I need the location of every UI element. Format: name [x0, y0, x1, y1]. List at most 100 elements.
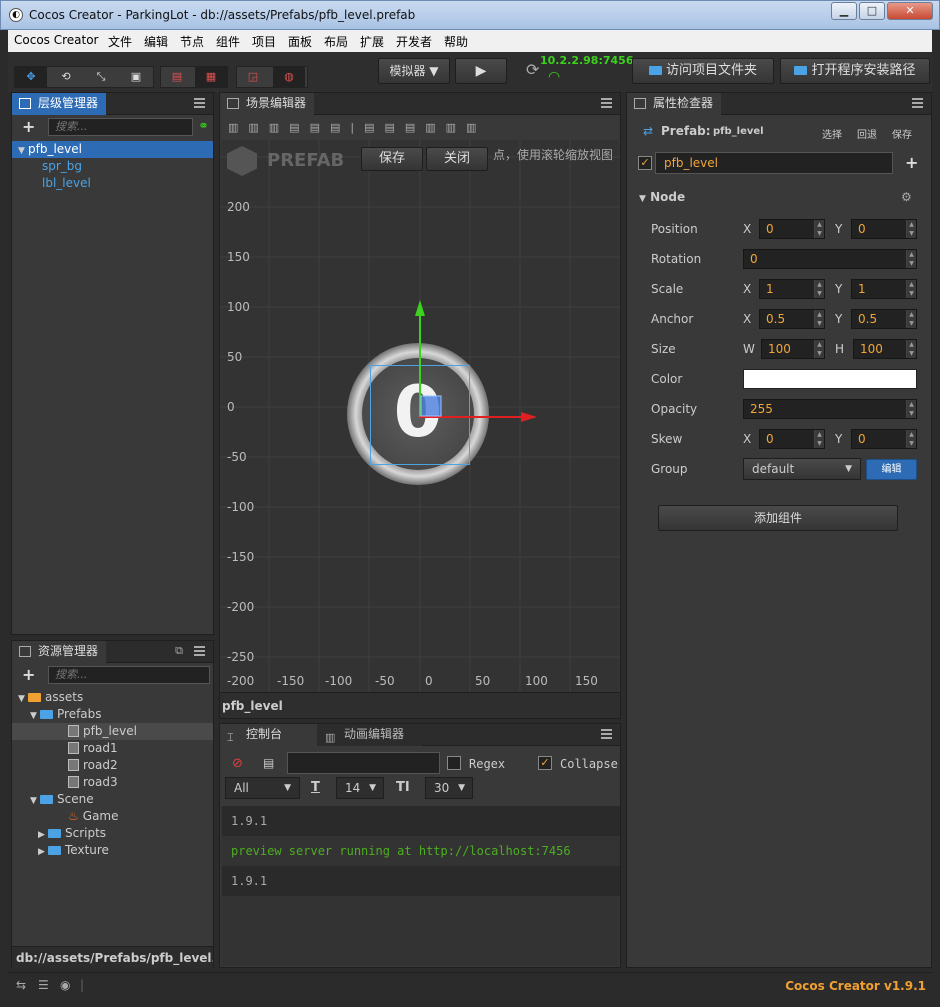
locate-icon[interactable]: ⚭ — [198, 119, 209, 134]
rotation-input[interactable]: 0 ▲ ▼ — [743, 249, 917, 269]
spinner-icon[interactable]: ▲ ▼ — [814, 430, 824, 448]
log-entry[interactable]: 1.9.1 — [222, 806, 620, 836]
skew-x-input[interactable]: 0 ▲ ▼ — [759, 429, 825, 449]
inspector-menu-icon[interactable] — [912, 98, 923, 108]
console-tab[interactable]: ⌶ 控制台 — [220, 724, 317, 746]
align-tools[interactable]: ▥▥▥▤▤▤|▤▤▤▥▥▥ — [228, 121, 486, 134]
spinner-icon[interactable]: ▲ ▼ — [814, 280, 824, 298]
simulator-dropdown[interactable]: 模拟器 ▼ — [378, 58, 450, 84]
move-tool-icon[interactable]: ✥ — [15, 67, 47, 87]
add-component-button[interactable]: 添加组件 — [658, 505, 898, 531]
asset-folder-prefabs[interactable]: ▼ Prefabs — [30, 706, 102, 723]
skew-y-input[interactable]: 0 ▲ ▼ — [851, 429, 917, 449]
spinner-icon[interactable]: ▲ ▼ — [906, 430, 916, 448]
asset-folder-texture[interactable]: ▶ Texture — [38, 842, 109, 859]
global-coord-icon[interactable]: ◍ — [273, 67, 305, 87]
hierarchy-item-pfb-level[interactable]: ▼ pfb_level — [12, 141, 213, 158]
group-edit-button[interactable]: 编辑 — [866, 459, 917, 480]
opacity-input[interactable]: 255 ▲ ▼ — [743, 399, 917, 419]
collapse-checkbox[interactable]: ✓ — [538, 756, 552, 770]
menu-item-node[interactable]: 节点 — [180, 33, 204, 50]
add-asset-icon[interactable]: + — [22, 665, 35, 684]
asset-folder-scene[interactable]: ▼ Scene — [30, 791, 94, 808]
play-button[interactable]: ▶ — [455, 58, 507, 84]
node-section-header[interactable]: ▼ Node — [639, 190, 685, 204]
local-coord-icon[interactable]: ◲ — [237, 67, 269, 87]
scale-y-input[interactable]: 1 ▲ ▼ — [851, 279, 917, 299]
menu-item-extension[interactable]: 扩展 — [360, 33, 384, 50]
spinner-icon[interactable]: ▲ ▼ — [906, 310, 916, 328]
animation-tab[interactable]: ▥ 动画编辑器 — [318, 724, 422, 746]
hierarchy-item-lbl-level[interactable]: lbl_level — [42, 175, 91, 192]
selection-rect[interactable] — [370, 365, 470, 465]
collapse-arrow-icon[interactable]: ▼ — [30, 793, 40, 810]
spinner-icon[interactable]: ▲ ▼ — [814, 220, 824, 238]
spinner-icon[interactable]: ▲ ▼ — [906, 340, 916, 358]
menu-item-help[interactable]: 帮助 — [444, 33, 468, 50]
expand-arrow-icon[interactable]: ▶ — [38, 844, 48, 861]
size-w-input[interactable]: 100 ▲ ▼ — [761, 339, 825, 359]
open-install-path-button[interactable]: 打开程序安装路径 — [780, 58, 930, 84]
position-x-input[interactable]: 0 ▲ ▼ — [759, 219, 825, 239]
node-name-input[interactable]: pfb_level — [655, 152, 893, 174]
center-icon[interactable]: ▦ — [195, 67, 227, 87]
close-button[interactable]: ✕ — [887, 2, 933, 20]
menu-item-panel[interactable]: 面板 — [288, 33, 312, 50]
scale-tool-icon[interactable]: ⤡ — [85, 67, 117, 87]
hierarchy-menu-icon[interactable] — [194, 98, 205, 108]
anchor-y-input[interactable]: 0.5 ▲ ▼ — [851, 309, 917, 329]
asset-item-pfb-level[interactable]: pfb_level — [12, 723, 213, 740]
node-active-checkbox[interactable]: ✓ — [638, 156, 652, 170]
scale-x-input[interactable]: 1 ▲ ▼ — [759, 279, 825, 299]
rotate-tool-icon[interactable]: ⟲ — [50, 67, 82, 87]
sync-icon[interactable]: ⇆ — [16, 978, 26, 992]
log-entry[interactable]: 1.9.1 — [222, 866, 620, 896]
prefab-select-button[interactable]: 选择 — [822, 126, 842, 141]
prefab-save-button[interactable]: 保存 — [361, 147, 423, 171]
spinner-icon[interactable]: ▲ ▼ — [814, 310, 824, 328]
add-property-icon[interactable]: + — [905, 153, 918, 172]
spinner-icon[interactable]: ▲ ▼ — [814, 340, 824, 358]
minimize-button[interactable]: ▁ — [831, 2, 857, 20]
inspector-tab[interactable]: 属性检查器 — [627, 93, 722, 115]
hierarchy-item-spr-bg[interactable]: spr_bg — [42, 158, 82, 175]
maximize-button[interactable]: □ — [859, 2, 885, 20]
menu-item-developer[interactable]: 开发者 — [396, 33, 432, 50]
collapse-arrow-icon[interactable]: ▼ — [18, 143, 28, 160]
asset-item-road3[interactable]: road3 — [68, 774, 118, 791]
database-icon[interactable]: ☰ — [38, 978, 49, 992]
add-node-icon[interactable]: + — [22, 117, 35, 136]
scene-menu-icon[interactable] — [601, 98, 612, 108]
prefab-save-button[interactable]: 保存 — [892, 126, 912, 141]
spinner-icon[interactable]: ▲ ▼ — [906, 400, 916, 418]
asset-item-game[interactable]: ♨ Game — [68, 808, 119, 825]
menu-item-file[interactable]: 文件 — [108, 33, 132, 50]
hierarchy-tab[interactable]: 层级管理器 — [12, 93, 107, 115]
group-select[interactable]: default ▼ — [743, 458, 861, 480]
asset-folder-scripts[interactable]: ▶ Scripts — [38, 825, 106, 842]
menu-item-project[interactable]: 项目 — [252, 33, 276, 50]
refresh-icon[interactable]: ⟳ — [526, 60, 539, 79]
scene-tab[interactable]: 场景编辑器 — [220, 93, 315, 115]
pivot-icon[interactable]: ▤ — [161, 67, 193, 87]
menu-item-edit[interactable]: 编辑 — [144, 33, 168, 50]
assets-tab[interactable]: 资源管理器 — [12, 641, 107, 663]
position-y-input[interactable]: 0 ▲ ▼ — [851, 219, 917, 239]
prefab-close-button[interactable]: 关闭 — [426, 147, 488, 171]
log-entry[interactable]: preview server running at http://localho… — [222, 836, 620, 866]
rect-tool-icon[interactable]: ▣ — [120, 67, 152, 87]
spinner-icon[interactable]: ▲ ▼ — [906, 220, 916, 238]
log-level-select[interactable]: All ▼ — [225, 777, 300, 799]
menu-item-layout[interactable]: 布局 — [324, 33, 348, 50]
assets-search-input[interactable]: 搜索... — [48, 666, 210, 684]
hierarchy-search-input[interactable]: 搜索... — [48, 118, 193, 136]
scene-viewport[interactable]: PREFAB 保存 关闭 点，使用滚轮缩放视图 200 150 100 50 0… — [221, 140, 619, 692]
menu-item-component[interactable]: 组件 — [216, 33, 240, 50]
size-h-input[interactable]: 100 ▲ ▼ — [853, 339, 917, 359]
open-project-folder-button[interactable]: 访问项目文件夹 — [632, 58, 774, 84]
settings-gear-icon[interactable]: ⚙ — [901, 190, 912, 204]
font-size-select[interactable]: 14 ▼ — [336, 777, 384, 799]
anchor-x-input[interactable]: 0.5 ▲ ▼ — [759, 309, 825, 329]
menu-item-cocos-creator[interactable]: Cocos Creator — [14, 33, 99, 47]
color-swatch[interactable] — [743, 369, 917, 389]
